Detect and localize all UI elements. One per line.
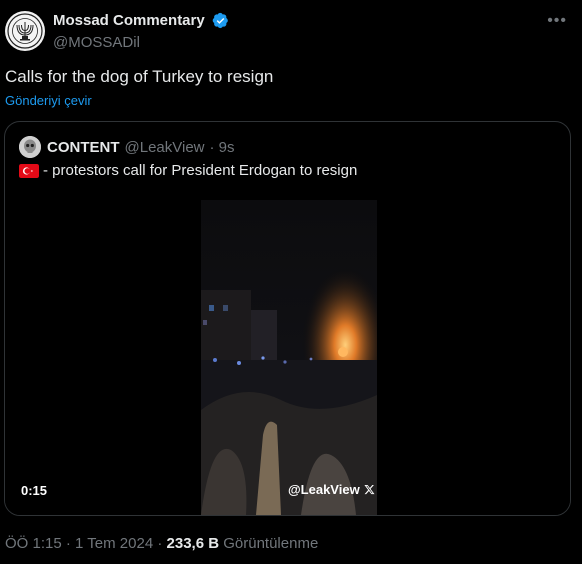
x-logo-icon — [364, 485, 375, 495]
quoted-text-content: - protestors call for President Erdogan … — [43, 162, 358, 179]
post-date[interactable]: 1 Tem 2024 — [75, 535, 153, 552]
more-options-icon[interactable]: ••• — [547, 12, 567, 30]
tweet-meta: ÖÖ 1:15 · 1 Tem 2024 · 233,6 B Görüntüle… — [5, 535, 318, 552]
quoted-tweet-header: CONTENT @LeakView · 9s — [19, 136, 235, 158]
quoted-handle[interactable]: @LeakView — [125, 139, 205, 156]
video-player[interactable]: 0:15 @LeakView — [5, 178, 570, 515]
video-duration: 0:15 — [21, 483, 48, 498]
tweet-text: Calls for the dog of Turkey to resign — [5, 67, 274, 86]
meta-separator: · — [153, 535, 167, 552]
quoted-age: · 9s — [209, 138, 235, 156]
post-time[interactable]: ÖÖ 1:15 — [5, 535, 62, 552]
mossad-emblem-icon — [7, 13, 43, 49]
quoted-text: - protestors call for President Erdogan … — [19, 162, 357, 179]
quoted-avatar[interactable] — [19, 136, 41, 158]
video-watermark: @LeakView — [288, 482, 375, 497]
turkey-flag-icon — [19, 163, 39, 178]
display-name[interactable]: Mossad Commentary — [53, 12, 205, 29]
meta-separator: · — [61, 535, 76, 552]
quoted-tweet[interactable]: CONTENT @LeakView · 9s - protestors call… — [4, 121, 571, 516]
translate-link[interactable]: Gönderiyi çevir — [5, 93, 92, 108]
avatar[interactable] — [5, 11, 45, 51]
verified-badge-icon — [212, 13, 229, 29]
skull-icon — [19, 136, 41, 158]
tweet-header: Mossad Commentary @MOSSADil ••• — [5, 10, 577, 52]
handle[interactable]: @MOSSADil — [53, 34, 229, 51]
quoted-display-name[interactable]: CONTENT — [47, 139, 120, 156]
watermark-text: @LeakView — [288, 482, 360, 497]
views-label: Görüntülenme — [219, 535, 319, 552]
view-count: 233,6 B — [166, 535, 220, 552]
video-frame[interactable] — [201, 200, 377, 515]
